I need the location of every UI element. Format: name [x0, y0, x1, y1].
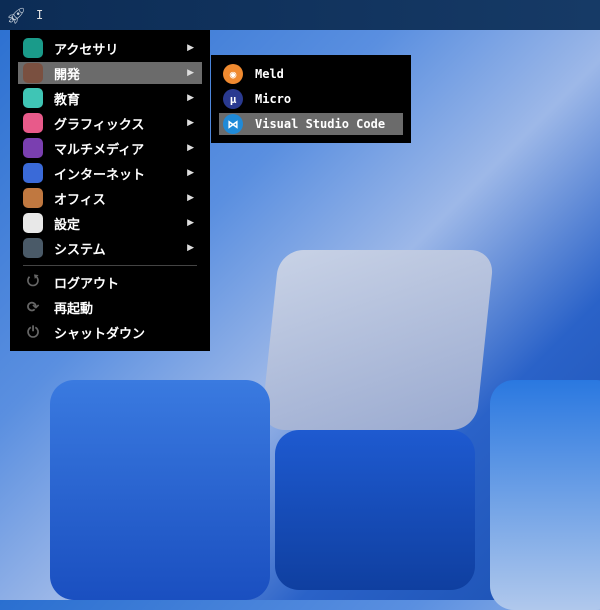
meld-icon: ◉ [223, 64, 243, 84]
internet-icon [23, 163, 43, 183]
submenu-arrow-icon: ▶ [187, 193, 194, 203]
vscode-icon: ⋈ [223, 114, 243, 134]
submenu-arrow-icon: ▶ [187, 93, 194, 103]
text-cursor: I [36, 8, 44, 22]
power-icon: ⏻ [27, 323, 39, 341]
menu-item[interactable]: マルチメディア ▶ [18, 137, 202, 159]
menu-item-label: インターネット [54, 167, 146, 183]
submenu-item[interactable]: μ Micro [219, 88, 403, 110]
separator [23, 265, 197, 266]
submenu-arrow-icon: ▶ [187, 43, 194, 53]
wallpaper-shape [260, 250, 495, 430]
submenu-item-label: Meld [255, 67, 284, 81]
menu-item-label: マルチメディア [54, 142, 145, 158]
menu-item-label: オフィス [54, 192, 106, 208]
accessories-icon [23, 38, 43, 58]
submenu-item-label: Visual Studio Code [255, 117, 386, 131]
submenu-arrow-icon: ▶ [187, 68, 194, 78]
application-menu: アクセサリ ▶ 開発 ▶ 教育 ▶ グラフィックス ▶ マルチメディア ▶ イン… [10, 30, 210, 351]
menu-item-label: グラフィックス [54, 117, 145, 133]
graphics-icon [23, 113, 43, 133]
menu-item[interactable]: 設定 ▶ [18, 212, 202, 234]
submenu-item-label: Micro [255, 92, 292, 106]
office-briefcase-icon [23, 188, 43, 208]
rocket-menu-icon[interactable]: 🚀︎ [6, 5, 26, 25]
education-icon [23, 88, 43, 108]
system-gear-icon [23, 238, 43, 258]
menu-item[interactable]: オフィス ▶ [18, 187, 202, 209]
wallpaper-shape [490, 380, 600, 610]
taskbar: 🚀︎ I [0, 0, 600, 30]
action-label: 再起動 [54, 301, 94, 317]
restart-icon: ⟳ [26, 298, 40, 316]
menu-item[interactable]: インターネット ▶ [18, 162, 202, 184]
logout-icon: ⭯ [26, 270, 40, 289]
menu-item[interactable]: グラフィックス ▶ [18, 112, 202, 134]
development-hammer-icon [23, 63, 43, 83]
development-submenu: ◉ Meld μ Micro ⋈ Visual Studio Code [211, 55, 411, 143]
submenu-arrow-icon: ▶ [187, 168, 194, 178]
menu-item[interactable]: 開発 ▶ [18, 62, 202, 84]
submenu-arrow-icon: ▶ [187, 118, 194, 128]
action-label: ログアウト [54, 276, 120, 292]
submenu-arrow-icon: ▶ [187, 218, 194, 228]
menu-item[interactable]: システム ▶ [18, 237, 202, 259]
submenu-arrow-icon: ▶ [187, 143, 194, 153]
session-action[interactable]: ⟳ 再起動 [18, 296, 202, 318]
wallpaper-shape [50, 380, 270, 600]
submenu-item[interactable]: ⋈ Visual Studio Code [219, 113, 403, 135]
menu-item-label: 設定 [54, 217, 81, 233]
session-action[interactable]: ⭯ ログアウト [18, 271, 202, 293]
micro-icon: μ [223, 89, 243, 109]
session-action[interactable]: ⏻ シャットダウン [18, 321, 202, 343]
menu-item[interactable]: アクセサリ ▶ [18, 37, 202, 59]
menu-item[interactable]: 教育 ▶ [18, 87, 202, 109]
wallpaper-shape [275, 430, 475, 590]
menu-item-label: 教育 [54, 92, 81, 108]
menu-item-label: システム [54, 242, 106, 258]
menu-item-label: アクセサリ [54, 42, 119, 58]
submenu-item[interactable]: ◉ Meld [219, 63, 403, 85]
settings-icon [23, 213, 43, 233]
menu-item-label: 開発 [54, 67, 81, 83]
submenu-arrow-icon: ▶ [187, 243, 194, 253]
action-label: シャットダウン [54, 326, 146, 342]
multimedia-icon [23, 138, 43, 158]
